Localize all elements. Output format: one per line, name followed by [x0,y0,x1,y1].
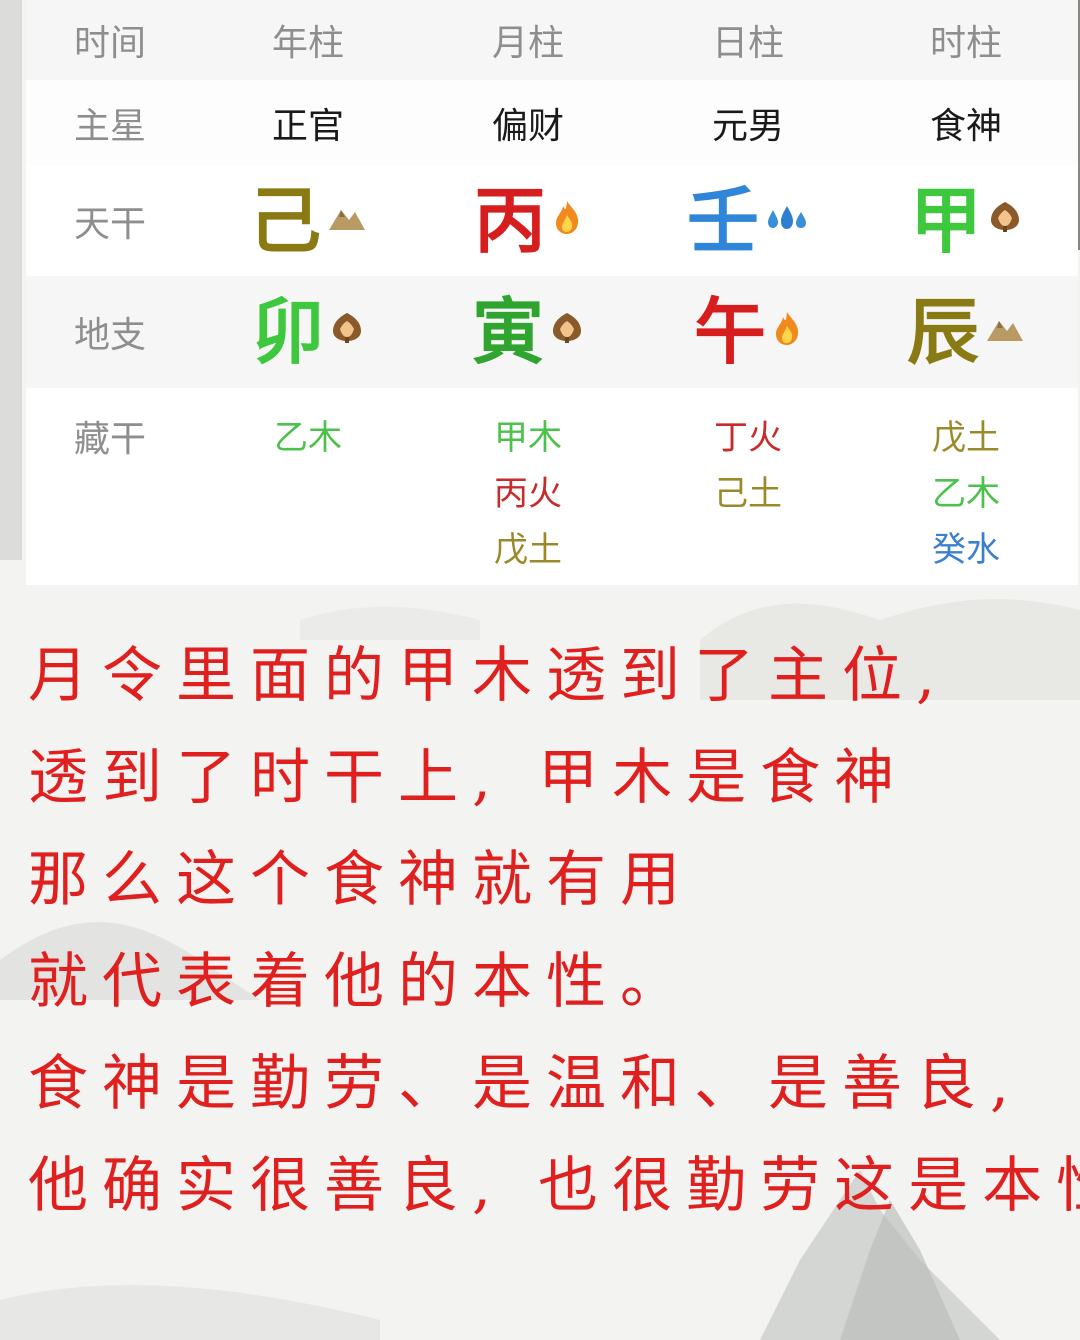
row-label-hidden-stems: 藏干 [73,419,146,460]
tiangan-cell: 壬 [668,166,828,276]
tiangan-cell: 甲 [886,166,1046,276]
annotation-line: 他确实很善良, 也很勤劳这是本性 [28,1151,1080,1221]
header-day-pillar: 日柱 [711,23,784,64]
water-drops-icon [765,202,809,240]
main-star-hour: 食神 [929,106,1002,147]
hidden-stem: 乙木 [274,418,342,458]
header-time: 时间 [73,23,146,64]
heavenly-stem-jia: 甲 [909,179,982,263]
hidden-stem: 甲木 [494,418,562,458]
hidden-stem: 癸水 [932,530,1000,570]
row-label-earthly-branch: 地支 [73,315,146,356]
hidden-stems-cell: 甲木 丙火 戊土 [448,388,608,607]
row-label-heavenly-stem: 天干 [73,204,146,245]
main-star-month: 偏财 [491,106,564,147]
annotation-text: 月令里面的甲木透到了主位, 透到了时干上, 甲木是食神 那么这个食神就有用 就代… [28,635,1080,1247]
hidden-stems-cell: 戊土 乙木 癸水 [886,388,1046,607]
tiangan-cell: 丙 [448,166,608,276]
header-year-pillar: 年柱 [271,23,344,64]
earthly-branch-mao: 卯 [251,290,324,374]
wood-icon [330,311,364,353]
annotation-line: 食神是勤劳、是温和、是善良, [28,1049,1024,1119]
header-hour-pillar: 时柱 [929,23,1002,64]
annotation-line: 那么这个食神就有用 [28,845,694,915]
wood-icon [550,311,584,353]
header-row: 时间 年柱 月柱 日柱 时柱 [26,0,1078,80]
header-month-pillar: 月柱 [491,23,564,64]
main-star-row: 主星 正官 偏财 元男 食神 [26,80,1078,166]
hidden-stems-cell: 丁火 己土 [668,388,828,607]
heavenly-stem-ji: 己 [248,179,321,263]
annotation-line: 透到了时干上, 甲木是食神 [28,743,909,813]
annotation-line: 月令里面的甲木透到了主位, [28,641,950,711]
dizhi-cell: 寅 [448,276,608,388]
left-edge-strip [0,0,22,560]
hidden-stem: 乙木 [932,474,1000,514]
bazi-chart-table: 时间 年柱 月柱 日柱 时柱 主星 正官 偏财 元男 食神 天干 己 丙 壬 甲… [26,0,1078,585]
wood-icon [988,200,1022,242]
mountain-icon [985,313,1025,351]
earthly-branch-yin: 寅 [471,290,544,374]
earthly-branch-chen: 辰 [906,290,979,374]
mountain-icon [327,202,367,240]
hidden-stem: 戊土 [494,530,562,570]
tiangan-cell: 己 [228,166,388,276]
fire-icon [552,199,582,243]
heavenly-stem-bing: 丙 [473,179,546,263]
dizhi-cell: 午 [668,276,828,388]
hidden-stem: 丁火 [714,418,782,458]
earthly-branch-row: 地支 卯 寅 午 辰 [26,276,1078,388]
row-label-main-star: 主星 [73,106,146,147]
hidden-stems-cell: 乙木 [228,388,388,607]
earthly-branch-wu: 午 [693,290,766,374]
fire-icon [772,310,802,354]
heavenly-stem-row: 天干 己 丙 壬 甲 [26,166,1078,276]
hidden-stem: 己土 [714,474,782,514]
main-star-day: 元男 [711,106,784,147]
heavenly-stem-ren: 壬 [686,179,759,263]
dizhi-cell: 卯 [228,276,388,388]
annotation-line: 就代表着他的本性。 [28,947,694,1017]
hidden-stem: 丙火 [494,474,562,514]
hidden-stems-row: 藏干 乙木 甲木 丙火 戊土 丁火 己土 戊土 乙木 癸水 [26,388,1078,585]
main-star-year: 正官 [271,106,344,147]
dizhi-cell: 辰 [886,276,1046,388]
hidden-stem: 戊土 [932,418,1000,458]
